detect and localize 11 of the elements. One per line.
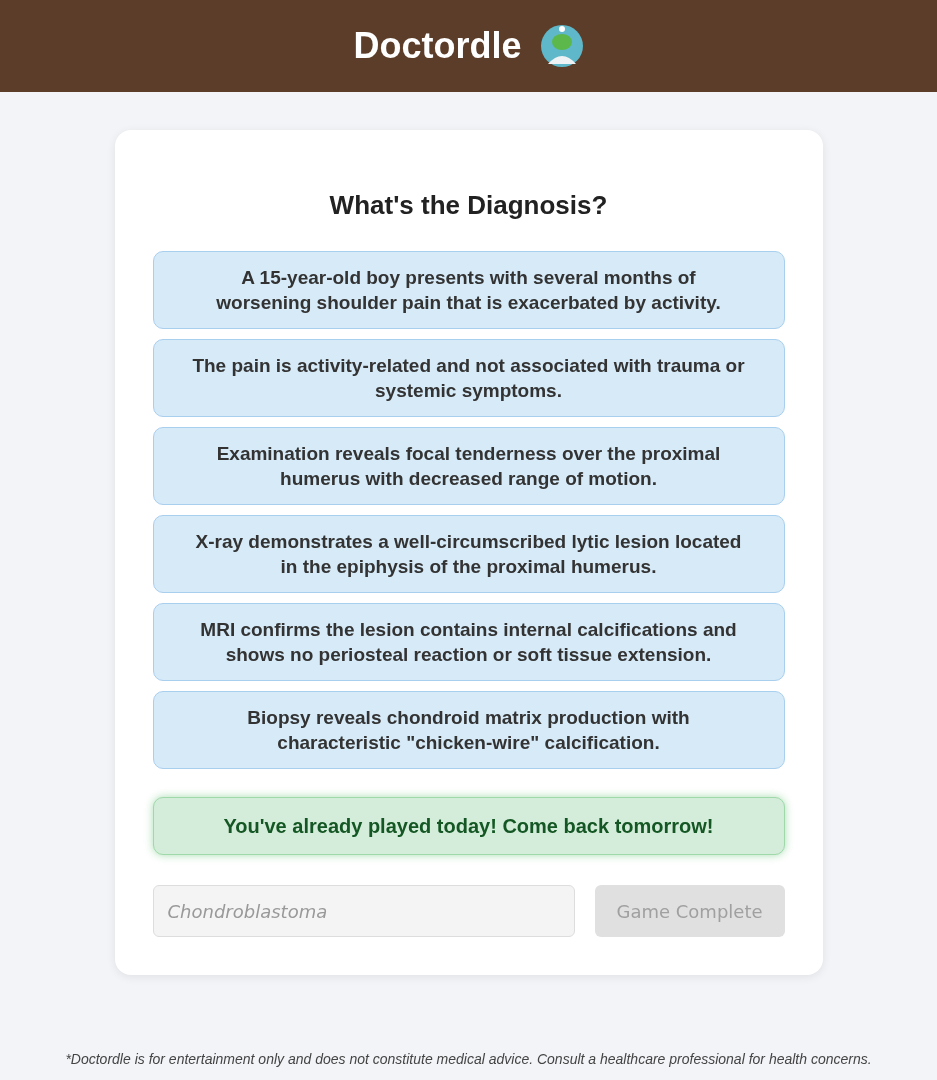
clue-card: MRI confirms the lesion contains internal calcifications and shows no periosteal reaction or soft tissue extension. [152, 603, 785, 681]
already-played-message: You've already played today! Come back tomorrow! [152, 797, 785, 855]
card-heading: What's the Diagnosis? [328, 190, 609, 221]
clue-card: A 15-year-old boy presents with several months of worsening shoulder pain that is exacerbated by activity. [152, 251, 785, 329]
logo-icon [539, 24, 584, 68]
disclaimer-text: *Doctordle is for entertainment only and does not constitute medical advice. Consult a healthcare professional for health concerns. [64, 1051, 873, 1067]
clue-card: Biopsy reveals chondroid matrix production with characteristic "chicken-wire" calcification. [152, 691, 785, 769]
clue-card: X-ray demonstrates a well-circumscribed lytic lesion located in the epiphysis of the proximal humerus. [152, 515, 785, 593]
site-title: Doctordle [353, 25, 522, 67]
clue-card: Examination reveals focal tenderness over the proximal humerus with decreased range of motion. [152, 427, 785, 505]
clue-card: The pain is activity-related and not associated with trauma or systemic symptoms. [152, 339, 785, 417]
